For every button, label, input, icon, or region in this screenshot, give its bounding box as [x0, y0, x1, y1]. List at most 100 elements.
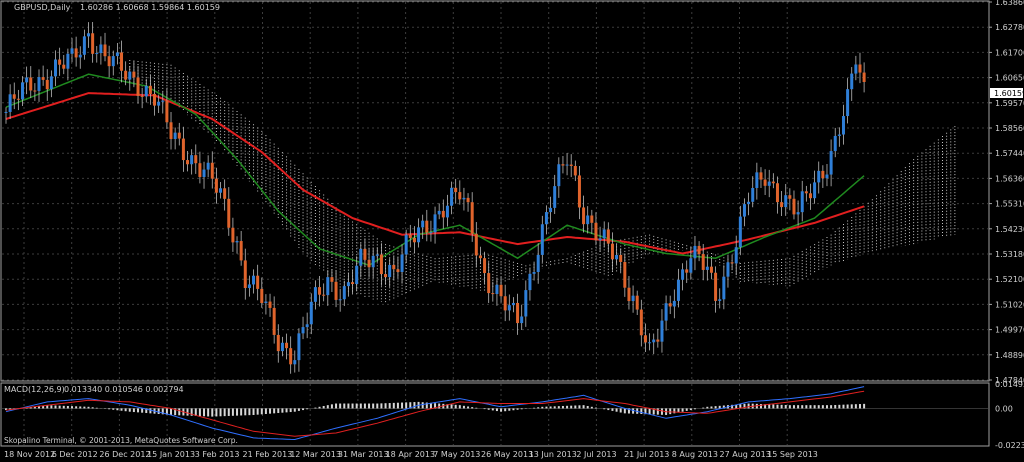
candle-body [635, 295, 639, 310]
candle-body [144, 85, 148, 97]
candle-body [305, 324, 309, 328]
price-tick-label: 1.57440 [995, 149, 1024, 158]
candle-body [41, 77, 45, 80]
candle-body [107, 56, 111, 67]
candle-body [582, 207, 586, 225]
candle-body [111, 56, 115, 67]
candle-body [173, 132, 177, 139]
candle-body [309, 301, 313, 325]
candle-body [590, 215, 594, 223]
price-tick-label: 1.51020 [995, 300, 1024, 309]
candle-body [858, 64, 862, 73]
candle-body [148, 85, 152, 94]
macd-tick-label: 0.00 [995, 404, 1013, 413]
candle-body [660, 320, 664, 342]
candle-body [231, 227, 235, 243]
candle-body [198, 163, 202, 178]
candle-body [850, 73, 854, 90]
candle-body [49, 76, 53, 90]
candle-body [639, 309, 643, 336]
candle-body [726, 262, 730, 277]
time-tick-label: 31 Mar 2013 [338, 450, 389, 459]
candle-body [536, 254, 540, 272]
candle-body [297, 333, 301, 361]
candle-body [293, 360, 297, 365]
time-tick-label: 27 Aug 2013 [720, 450, 771, 459]
candle-body [569, 164, 573, 166]
candle-body [425, 220, 429, 233]
candle-body [62, 64, 66, 69]
candle-body [29, 77, 33, 91]
candle-body [586, 215, 590, 225]
macd-values: 0.013340 0.010546 0.002794 [64, 385, 184, 394]
price-tick-label: 1.49970 [995, 326, 1024, 335]
candle-body [12, 94, 16, 99]
candle-body [668, 303, 672, 307]
time-tick-label: 18 Nov 2012 [4, 450, 55, 459]
candle-body [454, 187, 458, 193]
candle-body [829, 151, 833, 175]
candle-body [837, 134, 841, 136]
candle-body [813, 182, 817, 199]
candle-body [330, 277, 334, 282]
current-price-label: 1.60159 [994, 89, 1024, 98]
candle-body [685, 269, 689, 273]
candle-body [656, 339, 660, 342]
candle-body [478, 255, 482, 259]
candle-body [243, 260, 247, 289]
candle-body [82, 36, 86, 55]
candle-body [210, 162, 214, 179]
candle-body [697, 245, 701, 255]
candle-body [474, 233, 478, 256]
candle-body [804, 191, 808, 194]
candle-body [99, 44, 103, 54]
candle-body [194, 155, 198, 164]
candle-body [652, 339, 656, 343]
candle-body [709, 266, 713, 273]
time-tick-label: 7 May 2013 [433, 450, 480, 459]
candle-body [115, 52, 119, 57]
candle-body [334, 281, 338, 300]
candle-body [256, 275, 260, 289]
time-tick-label: 15 Jan 2013 [147, 450, 195, 459]
time-tick-label: 13 Jun 2013 [529, 450, 577, 459]
candle-body [169, 122, 173, 139]
candle-body [272, 307, 276, 335]
candle-body [223, 188, 227, 199]
candle-body [214, 178, 218, 193]
candle-body [511, 302, 515, 306]
candle-body [421, 220, 425, 228]
candle-body [351, 282, 355, 285]
time-tick-label: 18 Apr 2013 [386, 450, 435, 459]
candle-body [429, 232, 433, 234]
candle-body [549, 207, 553, 213]
candle-body [664, 303, 668, 321]
copyright-text: Skopalino Terminal, © 2001-2013, MetaQuo… [4, 436, 238, 445]
candle-body [817, 170, 821, 183]
candle-body [784, 195, 788, 208]
candle-body [252, 275, 256, 285]
candle-body [404, 234, 408, 255]
candle-body [120, 52, 124, 71]
candle-body [862, 72, 866, 82]
candle-body [780, 202, 784, 208]
candle-body [367, 259, 371, 268]
candle-body [21, 82, 25, 100]
time-tick-label: 3 Feb 2013 [195, 450, 240, 459]
price-tick-label: 1.58560 [995, 124, 1024, 133]
candle-body [462, 197, 466, 200]
time-tick-label: 21 Feb 2013 [243, 450, 293, 459]
candle-body [557, 164, 561, 187]
candle-body [227, 198, 231, 228]
time-tick-label: 8 Aug 2013 [672, 450, 718, 459]
candle-body [499, 284, 503, 297]
candle-body [260, 288, 264, 304]
price-tick-label: 1.56360 [995, 174, 1024, 183]
ohlc-readout: 1.60286 1.60668 1.59864 1.60159 [80, 3, 220, 12]
candle-body [87, 33, 91, 37]
candle-body [289, 348, 293, 365]
candle-body [458, 192, 462, 200]
candle-body [742, 204, 746, 217]
candle-body [363, 248, 367, 260]
candle-body [771, 181, 775, 184]
